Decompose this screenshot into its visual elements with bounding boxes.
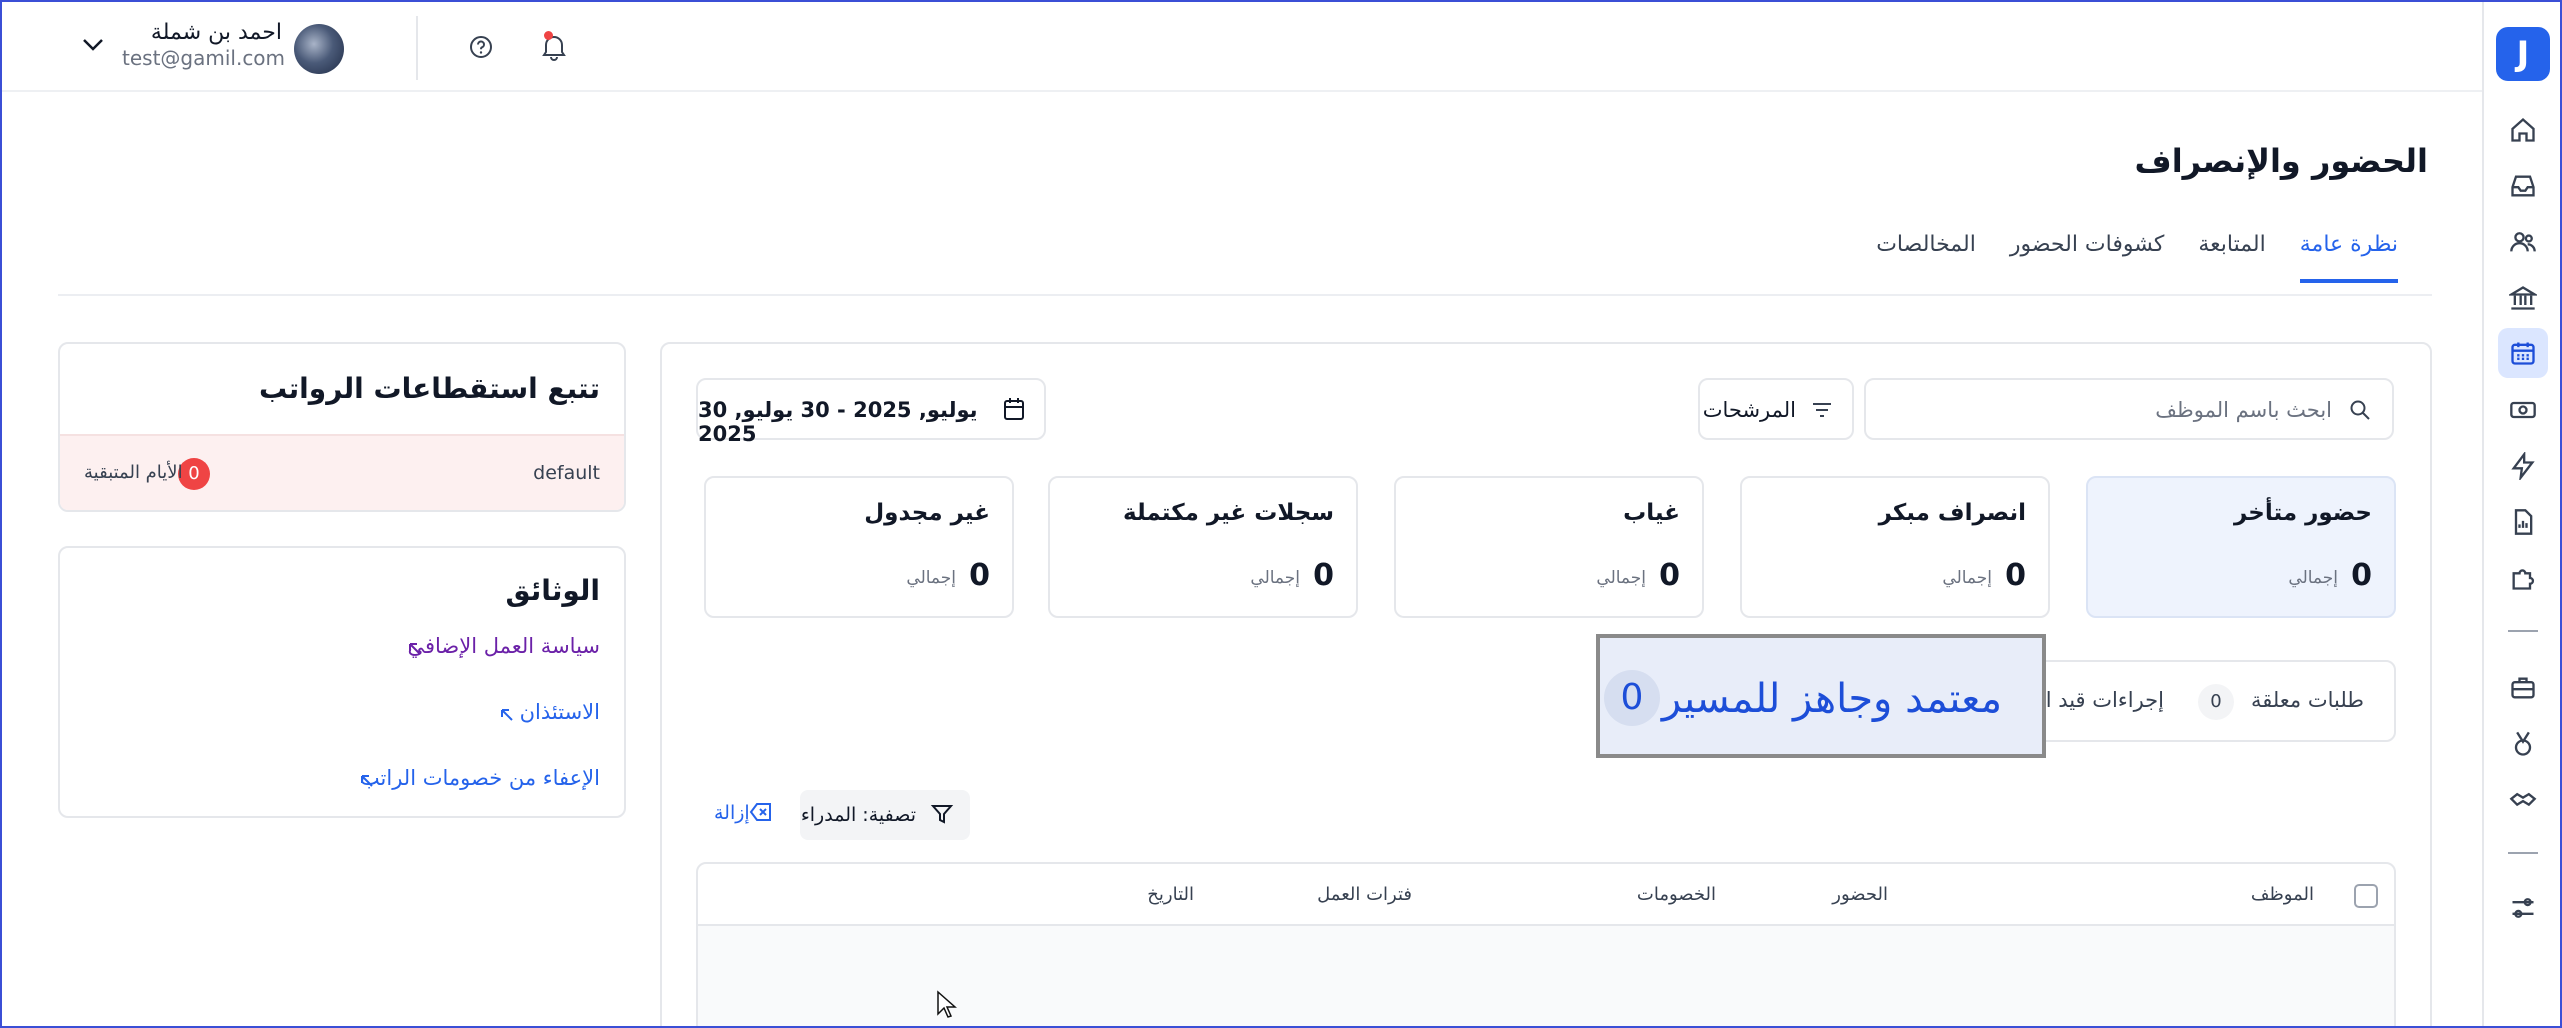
tab-attendance-sheets[interactable]: كشوفات الحضور [2010, 232, 2164, 283]
payroll-policy-row[interactable]: default 0 الأيام المتبقية [60, 434, 624, 510]
date-range-label: 30 يوليو, 2025 - 30 يوليو, 2025 [698, 398, 978, 446]
bank-icon[interactable] [2503, 278, 2543, 318]
documents-card: الوثائق سياسة العمل الإضافي الاستئذان ال… [58, 546, 626, 818]
tab-settlements[interactable]: المخالصات [1876, 232, 1976, 283]
stat-card-incomplete[interactable]: سجلات غير مكتملة 0 إجمالي [1048, 476, 1358, 618]
search-icon [2350, 400, 2370, 420]
stat-title: غير مجدول [864, 500, 990, 526]
column-deductions[interactable]: الخصومات [1637, 884, 1716, 905]
remaining-days-label: الأيام المتبقية [84, 462, 183, 483]
search-input[interactable]: ابحث باسم الموظف [1864, 378, 2394, 440]
calendar-icon[interactable] [2498, 328, 2548, 378]
date-range-picker[interactable]: 30 يوليو, 2025 - 30 يوليو, 2025 [696, 378, 1046, 446]
calendar-icon [1004, 398, 1024, 420]
funnel-icon [930, 805, 954, 824]
tab-overview[interactable]: نظرة عامة [2299, 232, 2398, 283]
select-all-checkbox[interactable] [2354, 884, 2378, 908]
stat-title: غياب [1623, 500, 1680, 526]
stat-value: 0 [2351, 558, 2372, 593]
tab-tracking[interactable]: المتابعة [2198, 232, 2265, 283]
stat-value: 0 [1313, 558, 1334, 593]
chevron-down-icon[interactable] [82, 38, 104, 52]
policy-name: default [533, 462, 600, 484]
mouse-cursor-icon [937, 990, 957, 1018]
medal-icon[interactable] [2503, 724, 2543, 764]
column-attendance[interactable]: الحضور [1832, 884, 1888, 905]
search-placeholder: ابحث باسم الموظف [2155, 398, 2332, 422]
stat-unit: إجمالي [906, 568, 956, 588]
users-icon[interactable] [2503, 222, 2543, 262]
stat-value: 0 [2005, 558, 2026, 593]
approved-ready-label: معتمد وجاهز للمسير [1661, 676, 2002, 722]
stat-value: 0 [1659, 558, 1680, 593]
card-title: الوثائق [505, 574, 600, 607]
handshake-icon[interactable] [2503, 780, 2543, 820]
stat-title: انصراف مبكر [1878, 500, 2026, 526]
app-logo[interactable]: J [2496, 27, 2550, 81]
app-frame: احمد بن شملة test@gamil.com J الحضور وال… [0, 0, 2562, 1028]
external-link-icon [361, 775, 373, 787]
approved-ready-count: 0 [1604, 670, 1660, 726]
stat-unit: إجمالي [1250, 568, 1300, 588]
pending-requests-count: 0 [2198, 684, 2234, 720]
overtime-policy-link[interactable]: سياسة العمل الإضافي [407, 634, 600, 658]
stat-unit: إجمالي [1596, 568, 1646, 588]
lightning-icon[interactable] [2503, 446, 2543, 486]
tabs-divider [58, 294, 2432, 296]
report-icon[interactable] [2503, 502, 2543, 542]
filter-lines-icon [1813, 403, 1831, 417]
stat-card-unscheduled[interactable]: غير مجدول 0 إجمالي [704, 476, 1014, 618]
sidebar: J [2482, 2, 2560, 1026]
clear-x-icon[interactable] [748, 800, 774, 824]
notification-dot [544, 31, 553, 40]
column-date[interactable]: التاريخ [1147, 884, 1194, 905]
help-icon[interactable] [468, 34, 494, 60]
inbox-icon[interactable] [2503, 166, 2543, 206]
sidebar-divider [2508, 630, 2538, 632]
external-link-icon [409, 643, 421, 655]
approved-ready-highlight[interactable]: معتمد وجاهز للمسير 0 [1596, 634, 2046, 758]
stat-unit: إجمالي [1942, 568, 1992, 588]
filter-chip-label: تصفية: المدراء [800, 804, 916, 826]
card-title: تتبع استقطاعات الرواتب [259, 372, 600, 405]
user-name: احمد بن شملة [150, 20, 282, 45]
stat-value: 0 [969, 558, 990, 593]
home-icon[interactable] [2503, 110, 2543, 150]
avatar[interactable] [294, 24, 344, 74]
settings-sliders-icon[interactable] [2503, 888, 2543, 928]
stat-card-absence[interactable]: غياب 0 إجمالي [1394, 476, 1704, 618]
tab-bar: نظرة عامة المتابعة كشوفات الحضور المخالص… [1876, 232, 2398, 283]
column-work-shifts[interactable]: فترات العمل [1317, 884, 1412, 905]
salary-deduction-exemption-link[interactable]: الإعفاء من خصومات الراتب [360, 766, 600, 790]
pending-requests-label[interactable]: طلبات معلقة [2251, 688, 2364, 712]
stat-card-early-leave[interactable]: انصراف مبكر 0 إجمالي [1740, 476, 2050, 618]
top-bar: احمد بن شملة test@gamil.com [2, 2, 2486, 92]
sidebar-divider [2508, 852, 2538, 854]
table-header: الموظف الحضور الخصومات فترات العمل التار… [698, 864, 2394, 926]
filters-button[interactable]: المرشحات [1698, 378, 1854, 440]
stat-unit: إجمالي [2288, 568, 2338, 588]
stat-card-late[interactable]: حضور متأخر 0 إجمالي [2086, 476, 2396, 618]
user-email: test@gamil.com [122, 46, 286, 70]
column-employee[interactable]: الموظف [2251, 884, 2314, 905]
briefcase-icon[interactable] [2503, 668, 2543, 708]
remove-filter-link[interactable]: إزالة [714, 802, 750, 824]
stat-title: سجلات غير مكتملة [1123, 500, 1334, 526]
managers-filter-chip[interactable]: تصفية: المدراء [800, 790, 970, 840]
payroll-deductions-card: تتبع استقطاعات الرواتب default 0 الأيام … [58, 342, 626, 512]
stat-title: حضور متأخر [2233, 500, 2372, 526]
divider [416, 16, 418, 80]
external-link-icon [501, 709, 513, 721]
cash-icon[interactable] [2503, 390, 2543, 430]
puzzle-icon[interactable] [2503, 558, 2543, 598]
filters-label: المرشحات [1702, 398, 1796, 422]
permission-link[interactable]: الاستئذان [520, 700, 600, 724]
page-title: الحضور والإنصراف [2134, 142, 2428, 180]
